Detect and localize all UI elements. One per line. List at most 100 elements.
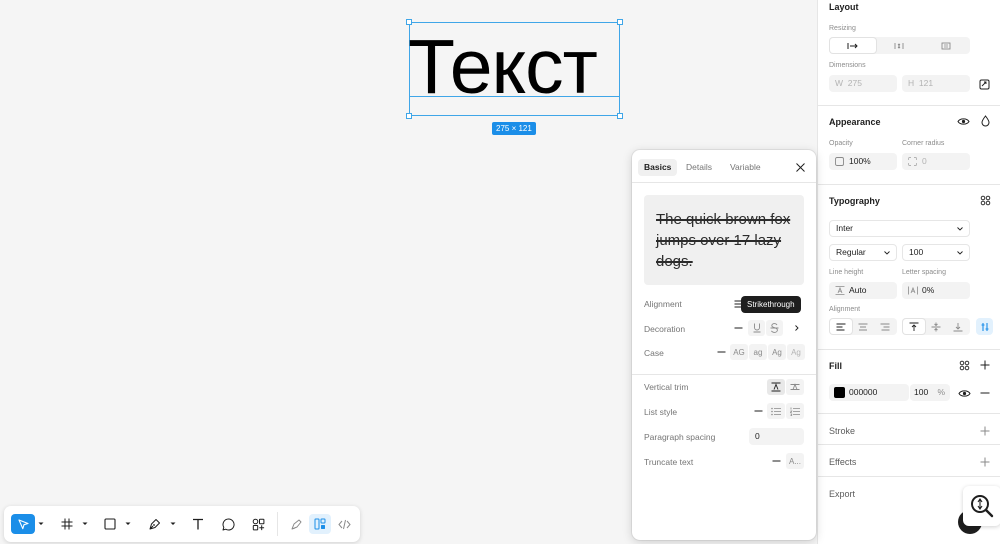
decoration-strikethrough-option[interactable] [766, 320, 783, 336]
pen-tool-button[interactable] [143, 514, 165, 534]
height-field[interactable]: H 121 [902, 75, 970, 92]
align-middle-option[interactable] [925, 319, 947, 334]
canvas-text-layer[interactable]: Текст [408, 24, 622, 110]
case-uppercase-option[interactable]: AG [730, 344, 748, 360]
resize-handle-bottom-left[interactable] [406, 113, 412, 119]
shapes-grid-icon [252, 518, 264, 530]
tab-basics[interactable]: Basics [638, 159, 678, 176]
add-fill-button[interactable] [978, 358, 992, 372]
comment-bubble-icon [222, 517, 235, 530]
add-effect-button[interactable] [978, 455, 992, 469]
auto-width-icon [941, 42, 951, 49]
resizing-segmented-control [829, 37, 970, 54]
dimensions-badge: 275 × 121 [492, 122, 536, 135]
move-tool-button[interactable] [11, 514, 35, 534]
tab-variable[interactable]: Variable [724, 159, 767, 176]
decoration-more-button[interactable] [790, 320, 804, 336]
draw-mode-button[interactable] [285, 514, 307, 534]
tab-details[interactable]: Details [680, 159, 718, 176]
case-lowercase-option[interactable]: ag [749, 344, 767, 360]
letter-spacing-value: 0% [922, 285, 935, 295]
letter-spacing-icon [908, 286, 918, 295]
resize-handle-bottom-right[interactable] [617, 113, 623, 119]
decoration-underline-option[interactable] [748, 320, 765, 336]
chevron-right-icon [795, 325, 799, 331]
properties-panel: Layout Resizing Dimensions W 275 H 121 A… [817, 0, 1000, 544]
height-value: 121 [918, 78, 934, 88]
list-style-row-label: List style [644, 407, 678, 417]
plus-icon [980, 426, 990, 436]
list-none-option[interactable] [749, 403, 767, 419]
preview-text: The quick brown fox jumps over 17 lazy d… [656, 211, 791, 270]
align-right-option[interactable] [874, 319, 896, 334]
minus-icon [980, 392, 990, 394]
case-none-option[interactable] [712, 344, 730, 360]
font-size-select[interactable]: 100 [902, 244, 970, 261]
resize-handle-top-right[interactable] [617, 19, 623, 25]
chevron-down-icon [170, 522, 176, 525]
shape-tool-button[interactable] [99, 514, 121, 534]
resizing-auto-height-option[interactable] [876, 38, 922, 53]
text-styles-button[interactable] [978, 193, 992, 207]
vertical-trim-cap-option[interactable] [786, 379, 804, 395]
frame-tool-button[interactable] [56, 514, 78, 534]
truncate-none-option[interactable] [767, 453, 785, 469]
constrain-proportions-icon [979, 79, 989, 89]
divider [632, 182, 816, 183]
blend-mode-button[interactable] [978, 114, 992, 128]
align-bottom-option[interactable] [947, 319, 969, 334]
zoom-tool-badge[interactable] [963, 486, 1000, 526]
constrain-proportions-button[interactable] [977, 77, 991, 91]
bulleted-list-icon [771, 407, 781, 415]
text-tool-button[interactable] [187, 514, 209, 534]
align-center-option[interactable] [852, 319, 874, 334]
align-top-option[interactable] [903, 319, 925, 334]
frame-hash-icon [61, 518, 73, 530]
resizing-auto-width-option[interactable] [923, 38, 969, 53]
type-settings-popover: Basics Details Variable The quick brown … [632, 150, 816, 540]
resizing-fixed-width-option[interactable] [830, 38, 877, 53]
font-family-select[interactable]: Inter [829, 220, 970, 237]
paragraph-spacing-value: 0 [755, 431, 760, 441]
type-settings-button[interactable] [976, 318, 993, 335]
comment-tool-button[interactable] [217, 514, 239, 534]
fill-opacity-field[interactable]: 100 % [910, 384, 950, 401]
add-stroke-button[interactable] [978, 424, 992, 438]
line-height-field[interactable]: Auto [829, 282, 897, 299]
alignment-row-label: Alignment [644, 299, 682, 309]
chevron-down-icon [957, 251, 963, 255]
align-left-option[interactable] [830, 319, 852, 334]
corner-radius-field[interactable]: 0 [902, 153, 970, 170]
close-popover-button[interactable] [794, 161, 806, 173]
appearance-section-title: Appearance [829, 117, 881, 127]
vertical-trim-standard-option[interactable] [767, 379, 785, 395]
decoration-none-option[interactable] [730, 320, 747, 336]
resize-handle-top-left[interactable] [406, 19, 412, 25]
corner-radius-value: 0 [922, 156, 927, 166]
remove-fill-button[interactable] [978, 386, 992, 400]
list-bulleted-option[interactable] [767, 403, 785, 419]
typography-section-title: Typography [829, 196, 880, 206]
chevron-down-icon [125, 522, 131, 525]
opacity-icon [835, 157, 844, 166]
vertical-alignment-control [902, 318, 970, 335]
fill-color-swatch[interactable] [834, 387, 845, 398]
design-mode-button[interactable] [309, 514, 331, 534]
truncate-ellipsis-option[interactable]: A... [786, 453, 804, 469]
case-small-caps-option[interactable]: Ag [787, 344, 805, 360]
font-weight-select[interactable]: Regular [829, 244, 897, 261]
fill-styles-button[interactable] [957, 358, 971, 372]
opacity-field[interactable]: 100% [829, 153, 897, 170]
list-numbered-option[interactable] [786, 403, 804, 419]
width-field[interactable]: W 275 [829, 75, 897, 92]
fill-visibility-toggle[interactable] [957, 386, 971, 400]
font-size-value: 100 [909, 247, 924, 257]
divider [818, 105, 1000, 106]
dev-mode-button[interactable] [333, 514, 355, 534]
visibility-toggle[interactable] [956, 114, 970, 128]
case-title-option[interactable]: Ag [768, 344, 786, 360]
fill-color-field[interactable]: 000000 [829, 384, 909, 401]
actions-button[interactable] [247, 514, 269, 534]
letter-spacing-field[interactable]: 0% [902, 282, 970, 299]
paragraph-spacing-field[interactable]: 0 [749, 428, 804, 445]
